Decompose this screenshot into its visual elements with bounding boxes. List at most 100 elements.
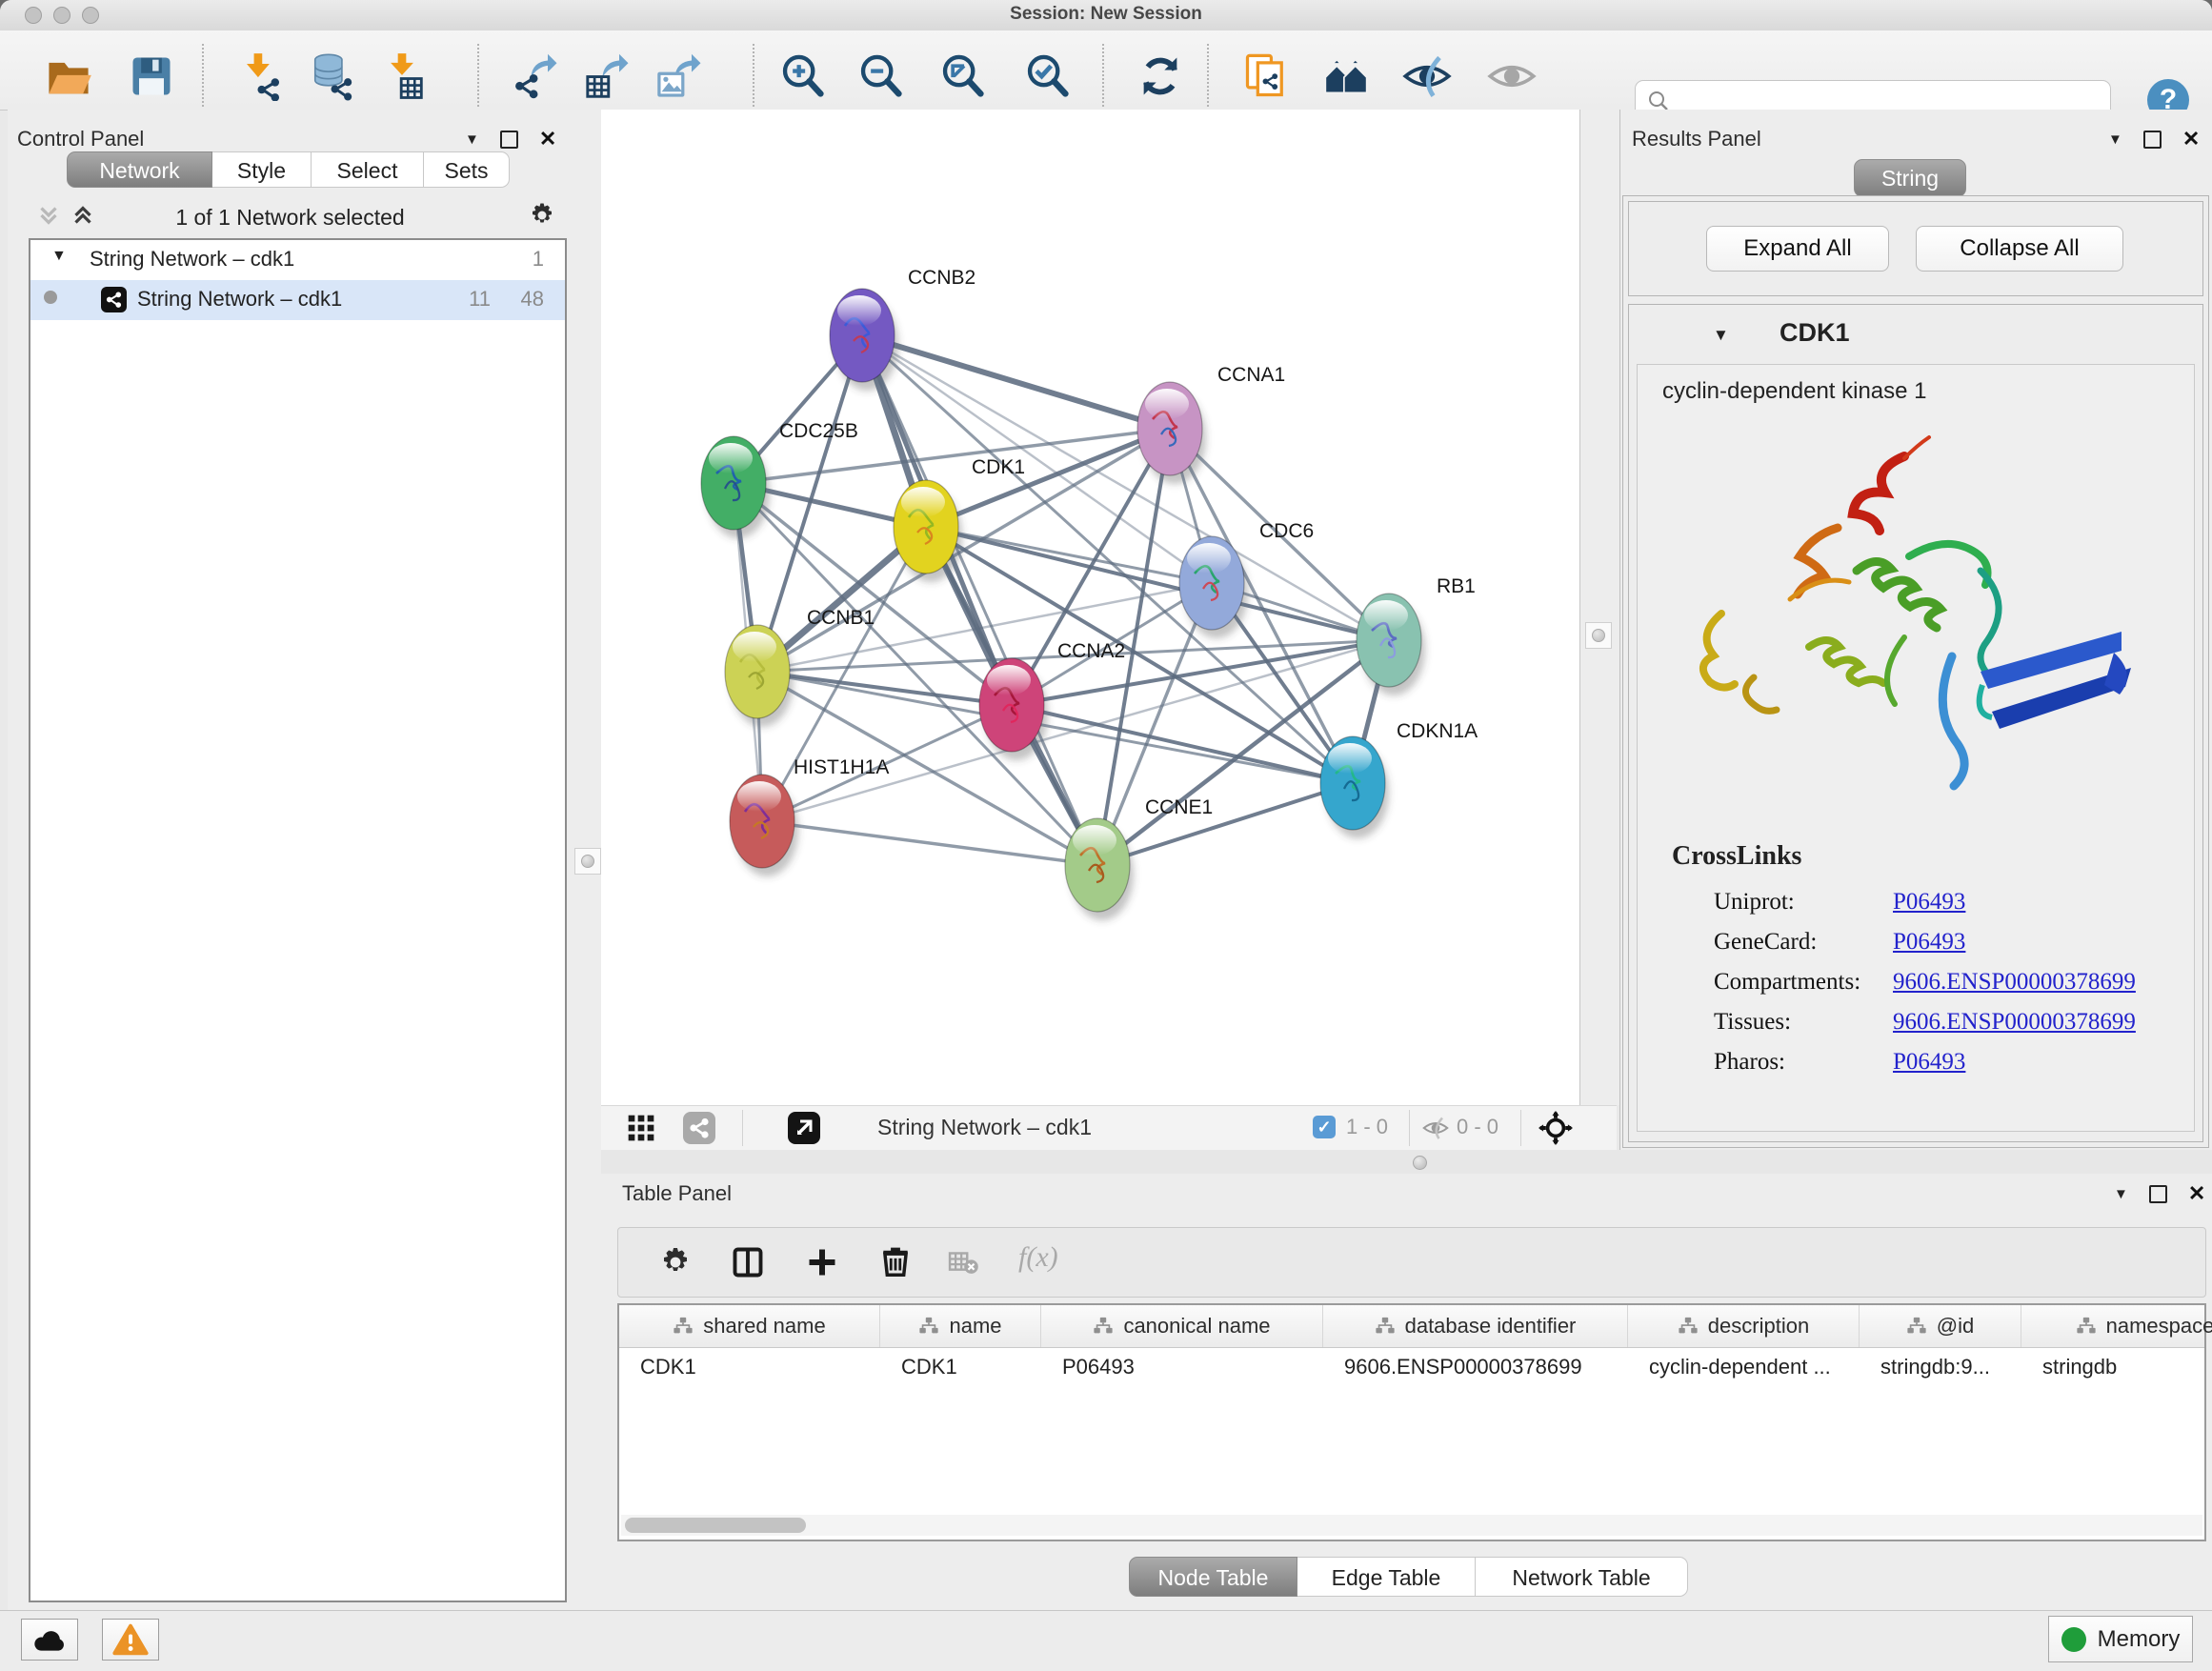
node-label: HIST1H1A [794,756,889,778]
column-header-name[interactable]: name [880,1305,1041,1347]
zoom-selected-icon[interactable] [1023,51,1073,101]
column-header-description[interactable]: description [1628,1305,1860,1347]
node-label: RB1 [1437,575,1476,597]
column-header--id[interactable]: @id [1860,1305,2021,1347]
table-cell[interactable]: stringdb:9... [1860,1348,2021,1386]
float-panel-icon[interactable] [2149,1185,2167,1203]
protein-expander-icon[interactable]: ▼ [1713,326,1729,345]
network-edge[interactable] [762,821,1097,865]
detach-view-icon[interactable] [788,1112,820,1144]
right-splitter[interactable] [1579,110,1620,1105]
zoom-in-icon[interactable] [778,51,828,101]
export-network-icon[interactable] [511,51,560,101]
tab-style[interactable]: Style [212,151,312,188]
crosslink-value[interactable]: P06493 [1893,1049,1965,1076]
network-collection-row[interactable]: ▼ String Network – cdk1 1 [30,240,565,280]
column-header-namespace[interactable]: namespace [2021,1305,2212,1347]
tab-node-table[interactable]: Node Table [1129,1557,1297,1597]
cloud-status-button[interactable] [21,1619,78,1661]
delete-column-icon[interactable] [877,1243,914,1279]
float-panel-icon[interactable] [500,131,518,149]
import-network-from-database-icon[interactable] [306,51,355,101]
network-node-CCNA1[interactable]: CCNA1 [1137,364,1285,475]
show-all-icon [1487,51,1537,101]
right-splitter-handle[interactable] [1585,622,1612,649]
table-options-gear-icon[interactable] [658,1245,693,1279]
import-network-from-file-icon[interactable] [234,51,284,101]
create-column-icon[interactable] [805,1245,839,1279]
save-session-icon[interactable] [127,51,176,101]
panel-menu-icon[interactable]: ▼ [465,131,479,148]
tab-select[interactable]: Select [312,151,424,188]
import-table-from-file-icon[interactable] [377,51,427,101]
network-share-view-icon[interactable] [683,1112,715,1144]
status-bar: Memory [0,1610,2212,1671]
zoom-out-icon[interactable] [856,51,906,101]
tab-sets[interactable]: Sets [424,151,510,188]
new-network-from-selection-icon[interactable] [1241,51,1291,101]
panel-menu-icon[interactable]: ▼ [2114,1186,2128,1202]
network-node-count: 11 [469,287,491,312]
table-cell[interactable]: CDK1 [619,1348,880,1386]
network-edge[interactable] [862,335,1097,865]
grid-view-icon[interactable] [626,1113,656,1143]
tab-string[interactable]: String [1854,159,1966,197]
close-panel-icon[interactable]: ✕ [2182,127,2200,151]
panel-menu-icon[interactable]: ▼ [2108,131,2122,148]
column-type-icon [1678,1316,1699,1337]
toolbar-separator [1102,44,1104,107]
zoom-fit-icon[interactable] [938,51,988,101]
selected-checkbox-icon[interactable]: ✓ [1313,1116,1336,1138]
collection-expander-icon[interactable]: ▼ [51,248,67,265]
horizontal-splitter-handle[interactable] [1413,1156,1427,1170]
warning-status-button[interactable] [102,1619,159,1661]
network-node-CCNE1[interactable]: CCNE1 [1065,796,1213,912]
column-header-database-identifier[interactable]: database identifier [1323,1305,1628,1347]
table-cell[interactable]: CDK1 [880,1348,1041,1386]
expand-all-button[interactable]: Expand All [1706,226,1889,272]
close-panel-icon[interactable]: ✕ [2188,1181,2205,1206]
tab-network-table[interactable]: Network Table [1476,1557,1688,1597]
scrollbar-thumb[interactable] [625,1518,806,1533]
network-edge[interactable] [1097,783,1353,865]
node-label: CCNE1 [1145,796,1213,818]
network-tree: ▼ String Network – cdk1 1 String Network… [29,238,567,1602]
crosslink-value[interactable]: 9606.ENSP00000378699 [1893,969,2136,996]
table-horizontal-scrollbar[interactable] [621,1515,2202,1536]
column-header-canonical-name[interactable]: canonical name [1041,1305,1323,1347]
left-splitter-handle[interactable] [574,848,601,875]
network-node-CDC25B[interactable]: CDC25B [701,420,858,530]
tab-edge-table[interactable]: Edge Table [1297,1557,1476,1597]
float-panel-icon[interactable] [2143,131,2162,149]
network-graph[interactable]: CCNB2CCNA1CDC25BCDK1CDC6RB1CCNB1CCNA2CDK… [601,110,1579,1105]
column-header-shared-name[interactable]: shared name [619,1305,880,1347]
export-table-icon[interactable] [582,51,632,101]
tab-network[interactable]: Network [67,151,212,188]
close-panel-icon[interactable]: ✕ [539,127,556,151]
birdseye-crosshair-icon[interactable] [1538,1111,1573,1145]
table-cell[interactable]: stringdb [2021,1348,2212,1386]
crosslink-value[interactable]: 9606.ENSP00000378699 [1893,1009,2136,1036]
network-node-HIST1H1A[interactable]: HIST1H1A [730,756,889,868]
table-cell[interactable]: P06493 [1041,1348,1323,1386]
hide-selected-icon[interactable] [1402,51,1452,101]
network-node-CDKN1A[interactable]: CDKN1A [1320,720,1478,830]
network-row-selected[interactable]: String Network – cdk1 11 48 [30,280,565,320]
apply-preferred-layout-icon[interactable] [1136,51,1185,101]
first-neighbors-icon[interactable] [1321,51,1371,101]
collapse-all-button[interactable]: Collapse All [1916,226,2123,272]
crosslink-value[interactable]: P06493 [1893,889,1965,916]
table-cell[interactable]: cyclin-dependent ... [1628,1348,1860,1386]
network-edge[interactable] [862,335,1170,429]
network-options-gear-icon[interactable] [528,201,556,230]
export-image-icon[interactable] [654,51,704,101]
network-edge[interactable] [1012,705,1353,783]
table-row[interactable]: CDK1CDK1P064939606.ENSP00000378699cyclin… [619,1348,2204,1386]
memory-button[interactable]: Memory [2048,1616,2193,1662]
network-edge-count: 48 [521,287,544,312]
open-file-icon[interactable] [44,51,93,101]
table-cell[interactable]: 9606.ENSP00000378699 [1323,1348,1628,1386]
crosslink-value[interactable]: P06493 [1893,929,1965,956]
horizontal-splitter[interactable] [601,1150,2212,1174]
show-columns-icon[interactable] [731,1245,765,1279]
